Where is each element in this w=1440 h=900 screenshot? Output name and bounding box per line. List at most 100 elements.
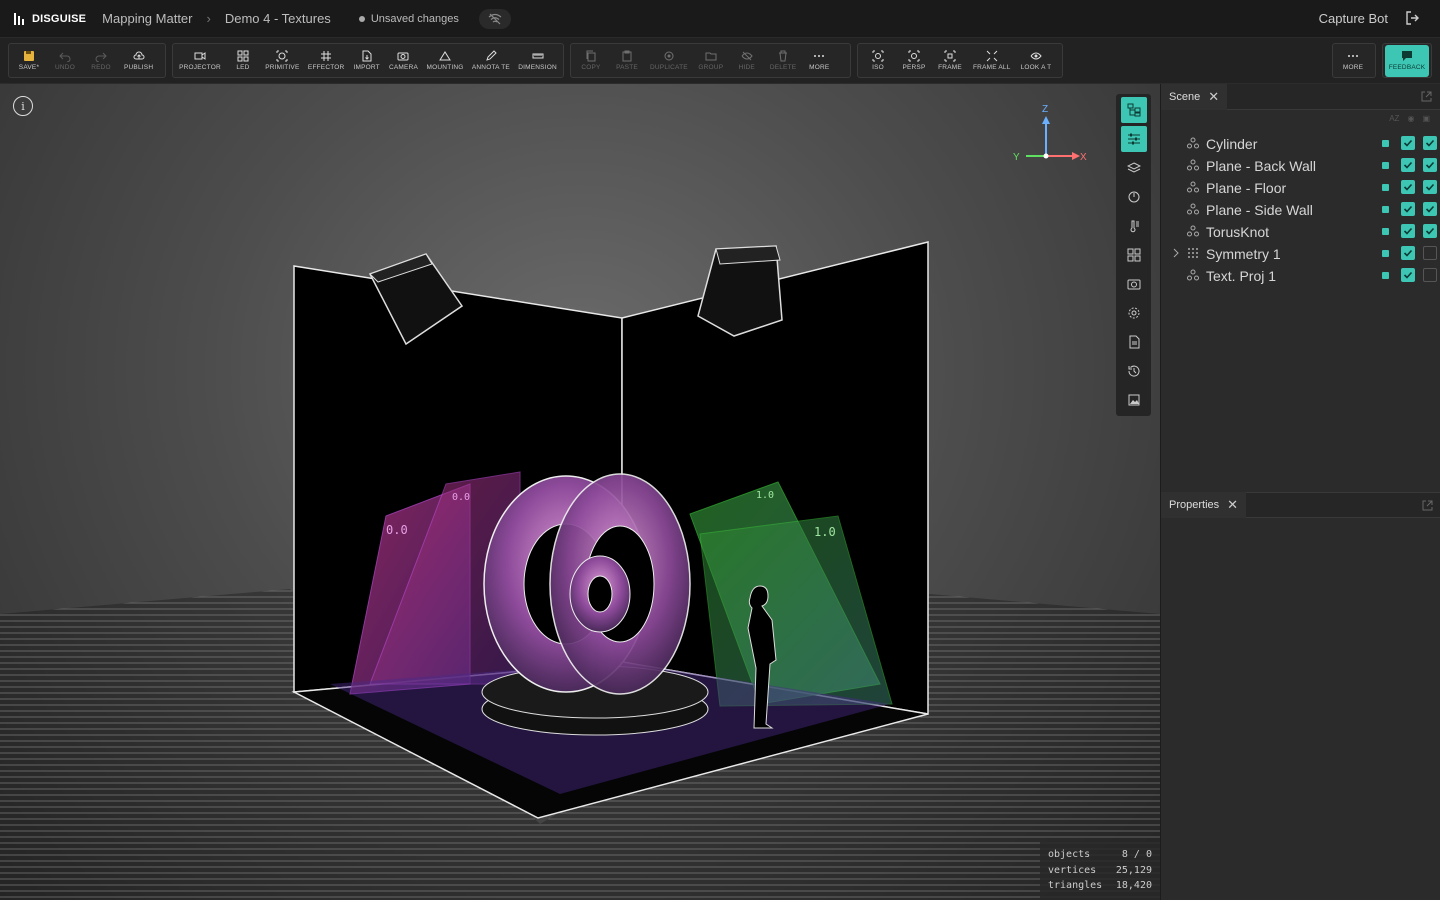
settings-tool[interactable] (1121, 300, 1147, 326)
close-icon[interactable]: ✕ (1208, 89, 1219, 105)
breadcrumb-file[interactable]: Demo 4 - Textures (225, 11, 331, 26)
import-button[interactable]: IMPORT (349, 45, 385, 77)
image-tool[interactable] (1121, 387, 1147, 413)
document-tool[interactable] (1121, 329, 1147, 355)
lock-checkbox[interactable] (1423, 224, 1437, 238)
check-icon (1425, 183, 1435, 191)
save-status-text: Unsaved changes (370, 12, 459, 25)
publish-button[interactable]: PUBLISH (119, 45, 158, 77)
led-button[interactable]: LED (225, 45, 261, 77)
undo-button[interactable]: UNDO (47, 45, 83, 77)
visible-checkbox[interactable] (1401, 180, 1415, 194)
lock-checkbox[interactable] (1423, 158, 1437, 172)
hide-button[interactable]: HIDE (729, 45, 765, 77)
properties-tool[interactable] (1120, 126, 1147, 152)
feedback-button[interactable]: FEEDBACK (1385, 44, 1429, 77)
save-status: Unsaved changes (358, 12, 459, 25)
led-grid-icon (237, 50, 249, 62)
power-tool[interactable] (1121, 184, 1147, 210)
paste-button[interactable]: PASTE (609, 45, 645, 77)
more-edit-button[interactable]: MORE (801, 45, 837, 77)
object-icon (1187, 225, 1199, 237)
temperature-tool[interactable] (1121, 213, 1147, 239)
lock-checkbox[interactable] (1423, 268, 1437, 282)
user-name[interactable]: Capture Bot (1319, 11, 1388, 26)
camera-tool[interactable] (1121, 271, 1147, 297)
properties-tab-label: Properties (1169, 499, 1220, 511)
publish-label: PUBLISH (124, 64, 154, 71)
projector-icon (194, 52, 206, 60)
duplicate-label: DUPLICATE (650, 64, 688, 71)
look-at-button[interactable]: LOOK A T (1016, 45, 1057, 77)
scene-canvas[interactable]: 0.0 0.0 1.0 1.0 Z Y X (0, 84, 1160, 900)
close-icon[interactable]: ✕ (1227, 497, 1238, 513)
projector-right[interactable] (697, 245, 783, 337)
lock-header-icon[interactable]: ▣ (1422, 114, 1430, 123)
brand-logo[interactable]: DISGUISE (14, 12, 86, 25)
tab-properties[interactable]: Properties ✕ (1161, 492, 1247, 518)
layers-tool[interactable] (1121, 155, 1147, 181)
projector-button[interactable]: PROJECTOR (175, 45, 225, 77)
grid-tool[interactable] (1121, 242, 1147, 268)
tree-item-label: Text. Proj 1 (1206, 268, 1277, 284)
lock-checkbox[interactable] (1423, 136, 1437, 150)
more-button[interactable]: MORE (1335, 45, 1371, 77)
visible-checkbox[interactable] (1401, 224, 1415, 238)
3d-viewport[interactable]: 0.0 0.0 1.0 1.0 Z Y X i objects 8 / 0 ve… (0, 84, 1160, 900)
persp-button[interactable]: PERSP (896, 45, 932, 77)
popout-icon[interactable] (1421, 91, 1432, 102)
delete-button[interactable]: DELETE (765, 45, 802, 77)
lock-checkbox[interactable] (1423, 180, 1437, 194)
visible-checkbox[interactable] (1401, 246, 1415, 260)
save-button[interactable]: SAVE* (11, 45, 47, 77)
lock-checkbox[interactable] (1423, 202, 1437, 216)
tree-item-plane-back-wall[interactable]: Plane - Back Wall (1161, 154, 1440, 176)
info-icon[interactable]: i (13, 96, 33, 116)
frame-button[interactable]: FRAME (932, 45, 968, 77)
frame-all-button[interactable]: FRAME ALL (968, 45, 1016, 77)
mounting-button[interactable]: MOUNTING (422, 45, 467, 77)
duplicate-button[interactable]: DUPLICATE (645, 45, 693, 77)
undo-label: UNDO (55, 64, 75, 71)
popout-icon[interactable] (1422, 500, 1433, 511)
redo-button[interactable]: REDO (83, 45, 119, 77)
properties-panel-header: Properties ✕ (1161, 492, 1440, 518)
connection-button[interactable] (478, 8, 511, 29)
torus-knot[interactable] (483, 473, 691, 695)
primitive-button[interactable]: PRIMITIVE (261, 45, 304, 77)
copy-button[interactable]: COPY (573, 45, 609, 77)
lock-checkbox[interactable] (1423, 246, 1437, 260)
effector-button[interactable]: EFFECTOR (304, 45, 349, 77)
visible-checkbox[interactable] (1401, 202, 1415, 216)
tree-item-symmetry-1[interactable]: Symmetry 1 (1161, 242, 1440, 264)
tree-item-text-proj-1[interactable]: Text. Proj 1 (1161, 264, 1440, 286)
visible-checkbox[interactable] (1401, 136, 1415, 150)
annotate-button[interactable]: ANNOTA TE (468, 45, 514, 77)
dimension-button[interactable]: DIMENSION (514, 45, 561, 77)
stat-objects: objects 8 / 0 (1048, 847, 1152, 863)
check-icon (1425, 227, 1435, 235)
tree-item-plane-side-wall[interactable]: Plane - Side Wall (1161, 198, 1440, 220)
tree-item-cylinder[interactable]: Cylinder (1161, 132, 1440, 154)
camera-button[interactable]: CAMERA (385, 45, 423, 77)
iso-button[interactable]: ISO (860, 45, 896, 77)
redo-icon (95, 52, 107, 62)
visible-checkbox[interactable] (1401, 268, 1415, 282)
tree-item-plane-floor[interactable]: Plane - Floor (1161, 176, 1440, 198)
tree-item-torusknot[interactable]: TorusKnot (1161, 220, 1440, 242)
group-button[interactable]: GROUP (693, 45, 729, 77)
sort-az-icon[interactable]: AZ (1389, 114, 1399, 123)
logout-icon[interactable] (1404, 10, 1420, 26)
dimension-label: DIMENSION (518, 64, 557, 71)
history-tool[interactable] (1121, 358, 1147, 384)
check-icon (1403, 271, 1413, 279)
thermometer-icon (1130, 220, 1139, 233)
scene-tree-tool[interactable] (1120, 97, 1147, 123)
axis-gizmo[interactable]: Z Y X (1013, 104, 1087, 163)
chevron-right-icon[interactable] (1171, 247, 1181, 259)
breadcrumb-project[interactable]: Mapping Matter (102, 11, 192, 26)
visibility-header-icon[interactable]: ◉ (1407, 114, 1414, 123)
tab-scene[interactable]: Scene ✕ (1161, 83, 1228, 110)
history-icon (1127, 365, 1139, 377)
visible-checkbox[interactable] (1401, 158, 1415, 172)
